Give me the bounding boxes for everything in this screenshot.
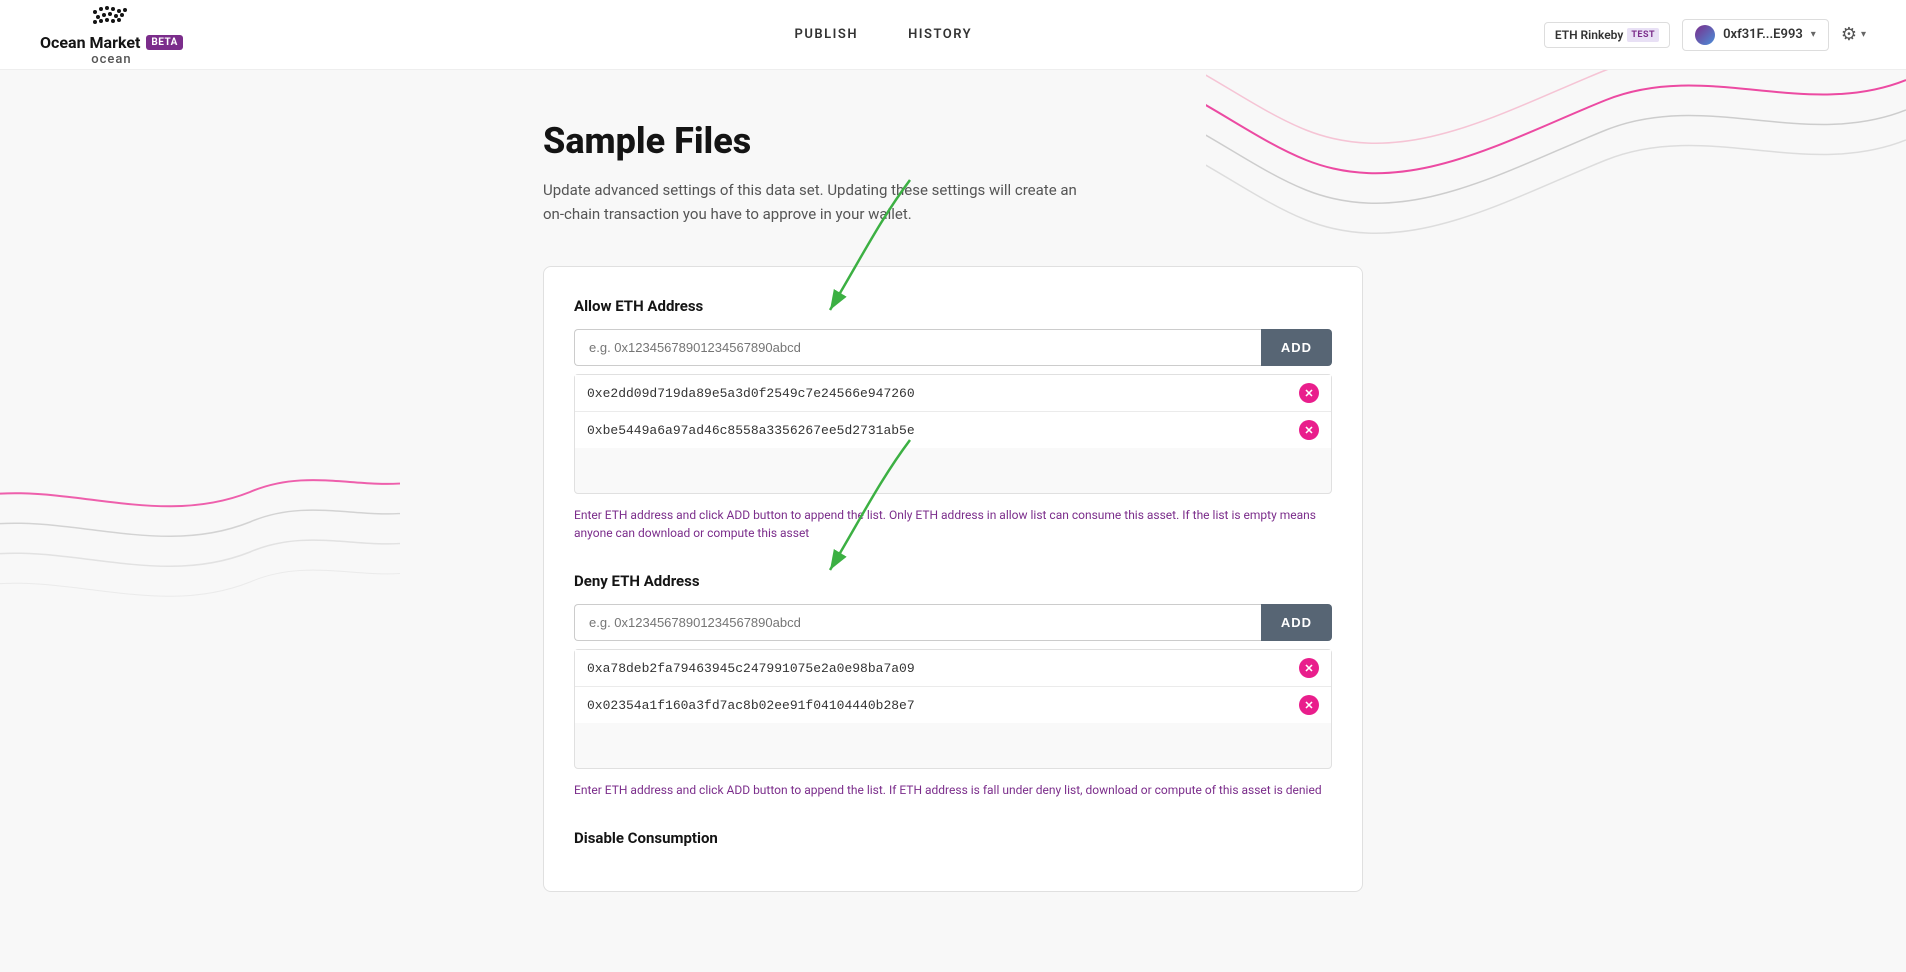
settings-chevron-icon: ▾ xyxy=(1861,29,1866,40)
allow-section: Allow ETH Address ADD 0xe2dd09d719da89e5… xyxy=(574,297,1332,542)
main-nav: PUBLISH HISTORY xyxy=(223,27,1544,42)
page-description: Update advanced settings of this data se… xyxy=(543,178,1143,226)
logo-area: Ocean Market BETA ocean xyxy=(40,3,183,67)
allow-address-text-1: 0xe2dd09d719da89e5a3d0f2549c7e24566e9472… xyxy=(587,386,915,401)
deny-address-text-2: 0x02354a1f160a3fd7ac8b02ee91f04104440b28… xyxy=(587,698,915,713)
nav-history[interactable]: HISTORY xyxy=(908,27,972,42)
main-content: Sample Files Update advanced settings of… xyxy=(503,70,1403,972)
allow-eth-input[interactable] xyxy=(574,329,1261,366)
header: Ocean Market BETA ocean PUBLISH HISTORY … xyxy=(0,0,1906,70)
wallet-button[interactable]: 0xf31F...E993 ▾ xyxy=(1682,19,1829,51)
page-title: Sample Files xyxy=(543,120,1363,162)
ocean-logo-icon xyxy=(91,3,131,33)
wallet-icon xyxy=(1695,25,1715,45)
allow-remove-button-2[interactable]: ✕ xyxy=(1299,420,1319,440)
deny-help-text: Enter ETH address and click ADD button t… xyxy=(574,781,1332,799)
settings-icon: ⚙ xyxy=(1841,24,1857,45)
network-name: ETH Rinkeby xyxy=(1555,28,1624,42)
allow-address-list: 0xe2dd09d719da89e5a3d0f2549c7e24566e9472… xyxy=(574,374,1332,494)
allow-help-text: Enter ETH address and click ADD button t… xyxy=(574,506,1332,542)
allow-remove-button-1[interactable]: ✕ xyxy=(1299,383,1319,403)
allow-section-title: Allow ETH Address xyxy=(574,297,1332,315)
logo-ocean-label: ocean xyxy=(91,52,131,67)
deny-remove-button-1[interactable]: ✕ xyxy=(1299,658,1319,678)
wallet-address: 0xf31F...E993 xyxy=(1723,27,1803,42)
settings-card: Allow ETH Address ADD 0xe2dd09d719da89e5… xyxy=(543,266,1363,892)
chevron-down-icon: ▾ xyxy=(1811,29,1816,40)
nav-publish[interactable]: PUBLISH xyxy=(795,27,859,42)
deny-remove-icon-1: ✕ xyxy=(1299,658,1319,678)
allow-address-item-1: 0xe2dd09d719da89e5a3d0f2549c7e24566e9472… xyxy=(575,375,1331,412)
beta-badge: BETA xyxy=(146,35,183,50)
allow-add-button[interactable]: ADD xyxy=(1261,329,1332,366)
deny-input-row: ADD xyxy=(574,604,1332,641)
allow-remove-icon-2: ✕ xyxy=(1299,420,1319,440)
allow-address-text-2: 0xbe5449a6a97ad46c8558a3356267ee5d2731ab… xyxy=(587,423,915,438)
deny-section-title: Deny ETH Address xyxy=(574,572,1332,590)
logo-market-text: Ocean Market xyxy=(40,33,140,52)
test-badge: TEST xyxy=(1627,28,1659,42)
network-badge[interactable]: ETH Rinkeby TEST xyxy=(1544,22,1670,48)
logo-text-row: Ocean Market BETA xyxy=(40,33,183,52)
deny-add-button[interactable]: ADD xyxy=(1261,604,1332,641)
settings-area[interactable]: ⚙ ▾ xyxy=(1841,24,1866,45)
deny-eth-input[interactable] xyxy=(574,604,1261,641)
disable-section-title: Disable Consumption xyxy=(574,829,1332,847)
deny-address-item-1: 0xa78deb2fa79463945c247991075e2a0e98ba7a… xyxy=(575,650,1331,687)
allow-remove-icon-1: ✕ xyxy=(1299,383,1319,403)
deny-section: Deny ETH Address ADD 0xa78deb2fa79463945… xyxy=(574,572,1332,799)
allow-address-item-2: 0xbe5449a6a97ad46c8558a3356267ee5d2731ab… xyxy=(575,412,1331,448)
deny-address-text-1: 0xa78deb2fa79463945c247991075e2a0e98ba7a… xyxy=(587,661,915,676)
deny-address-item-2: 0x02354a1f160a3fd7ac8b02ee91f04104440b28… xyxy=(575,687,1331,723)
allow-input-row: ADD xyxy=(574,329,1332,366)
nav-right: ETH Rinkeby TEST 0xf31F...E993 ▾ ⚙ ▾ xyxy=(1544,19,1866,51)
deny-remove-icon-2: ✕ xyxy=(1299,695,1319,715)
deny-address-list: 0xa78deb2fa79463945c247991075e2a0e98ba7a… xyxy=(574,649,1332,769)
disable-section: Disable Consumption xyxy=(574,829,1332,847)
deny-remove-button-2[interactable]: ✕ xyxy=(1299,695,1319,715)
